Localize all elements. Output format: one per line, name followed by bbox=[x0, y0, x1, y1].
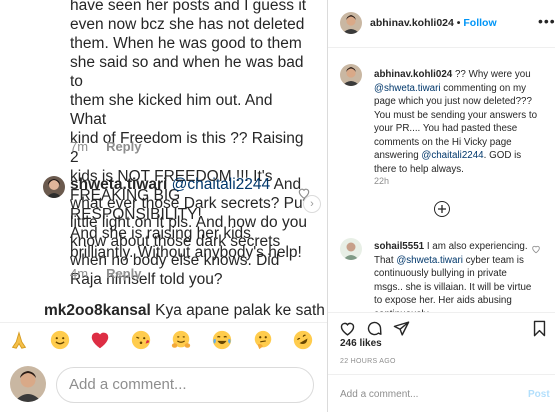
post-header: abhinav.kohli024 • Follow ••• bbox=[328, 0, 555, 48]
comment-meta: 7m Reply bbox=[70, 139, 141, 154]
likes-count[interactable]: 246 likes bbox=[340, 338, 382, 349]
comment-input-bar: Add a comment... bbox=[0, 356, 327, 412]
caption-time: 22h bbox=[374, 176, 390, 186]
caption-mention[interactable]: @chaitali2244 bbox=[421, 150, 483, 161]
comment-meta: 4m Reply bbox=[70, 266, 141, 281]
comment-line: them she kicked him out. And What bbox=[70, 92, 273, 128]
avatar[interactable] bbox=[340, 64, 362, 86]
mobile-comments-pane: have seen her posts and I guess it even … bbox=[0, 0, 327, 412]
share-icon[interactable] bbox=[393, 320, 410, 337]
comment-partial: mk2oo8kansal Kya apane palak ke sath bbox=[44, 302, 325, 320]
comment-mention[interactable]: @shweta.tiwari bbox=[396, 255, 463, 266]
post-caption: abhinav.kohli024 ?? Why were you @shweta… bbox=[374, 68, 546, 176]
comment-line: have seen her posts and I guess it bbox=[70, 0, 307, 14]
comment-username[interactable]: shweta.tiwari bbox=[70, 176, 167, 193]
plus-icon bbox=[438, 205, 446, 213]
face-blowing-kiss-icon[interactable] bbox=[130, 329, 152, 351]
more-options-icon[interactable]: ••• bbox=[538, 13, 555, 29]
post-timestamp: 22 HOURS AGO bbox=[340, 358, 396, 365]
smiling-face-icon[interactable] bbox=[49, 329, 71, 351]
comment-icon[interactable] bbox=[366, 320, 383, 337]
comment-mention[interactable]: @chaitali2244 bbox=[172, 176, 270, 193]
caption-username[interactable]: abhinav.kohli024 bbox=[374, 69, 452, 80]
thinking-face-icon[interactable] bbox=[252, 329, 274, 351]
reply-button[interactable]: Reply bbox=[106, 266, 141, 281]
comment-username[interactable]: mk2oo8kansal bbox=[44, 302, 151, 319]
red-heart-icon[interactable] bbox=[89, 329, 111, 351]
emoji-quick-bar bbox=[0, 322, 327, 356]
post-author: abhinav.kohli024 • Follow bbox=[370, 17, 497, 29]
post-sidebar: abhinav.kohli024 • Follow ••• abhinav.ko… bbox=[327, 0, 555, 412]
avatar[interactable] bbox=[43, 176, 65, 198]
caption-mention[interactable]: @shweta.tiwari bbox=[374, 83, 441, 94]
follow-button[interactable]: Follow bbox=[463, 17, 496, 29]
reply-comment: sohail5551 I am also experiencing. That … bbox=[374, 240, 534, 312]
heart-icon[interactable] bbox=[339, 320, 356, 337]
chevron-right-icon[interactable]: › bbox=[303, 195, 321, 213]
like-heart-icon[interactable] bbox=[531, 244, 541, 254]
bookmark-icon[interactable] bbox=[531, 320, 548, 337]
comment-body: Kya apane palak ke sath bbox=[150, 302, 325, 319]
post-button[interactable]: Post bbox=[528, 389, 550, 400]
avatar[interactable] bbox=[340, 238, 362, 260]
caption-text: ?? Why were you bbox=[452, 69, 531, 80]
hugging-face-icon[interactable] bbox=[170, 329, 192, 351]
comment-time: 4m bbox=[70, 266, 89, 281]
avatar[interactable] bbox=[340, 12, 362, 34]
comment-time: 7m bbox=[70, 139, 89, 154]
reply-button[interactable]: Reply bbox=[106, 139, 141, 154]
load-more-comments-button[interactable] bbox=[434, 201, 450, 217]
comment-username[interactable]: sohail5551 bbox=[374, 241, 424, 252]
folded-hands-icon[interactable] bbox=[8, 329, 30, 351]
separator-dot: • bbox=[456, 17, 461, 29]
rolling-laughing-icon[interactable] bbox=[292, 329, 314, 351]
author-username[interactable]: abhinav.kohli024 bbox=[370, 17, 454, 29]
add-comment-input[interactable]: Add a comment... bbox=[340, 389, 418, 400]
comment-line: even now bcz she has not deleted bbox=[70, 16, 305, 33]
comment-line: she said so and when he was bad to bbox=[70, 54, 304, 90]
comment-input[interactable]: Add a comment... bbox=[56, 367, 314, 403]
comment-line: them. When he was good to them bbox=[70, 35, 302, 52]
tears-of-joy-icon[interactable] bbox=[211, 329, 233, 351]
add-comment-row: Add a comment... Post bbox=[328, 374, 555, 412]
avatar bbox=[10, 366, 46, 402]
